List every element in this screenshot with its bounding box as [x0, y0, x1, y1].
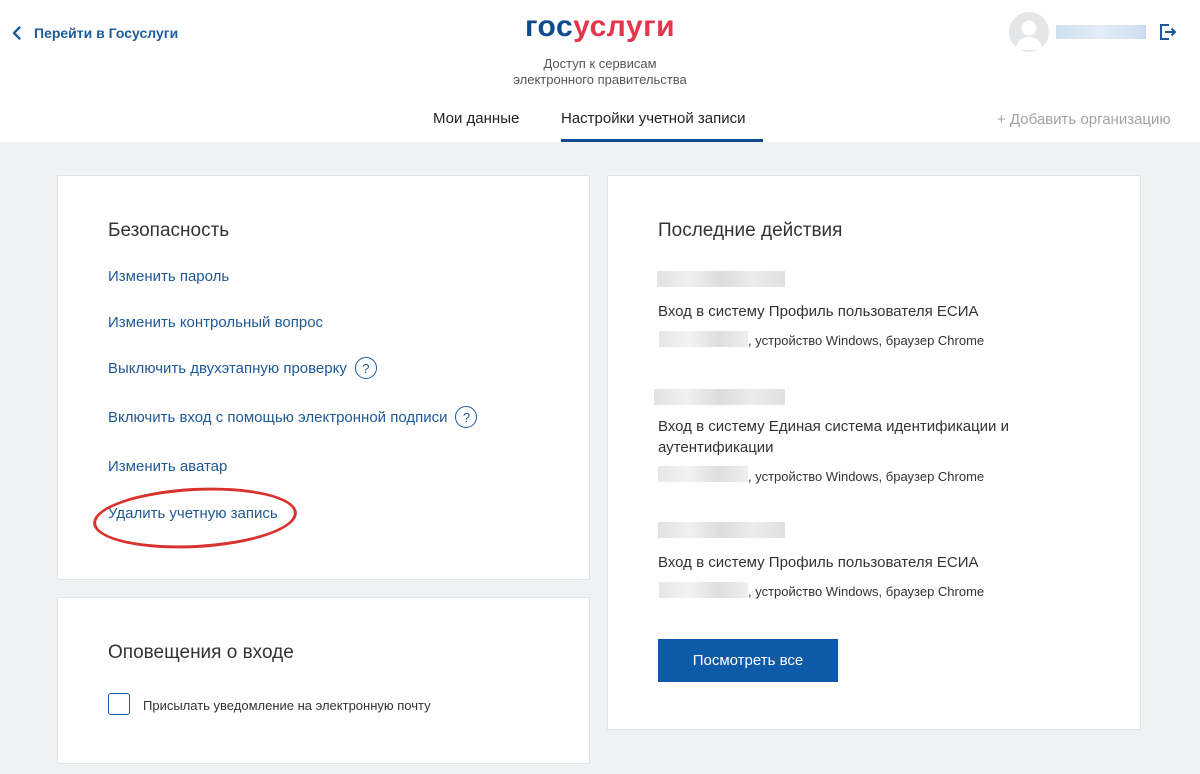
email-notification-checkbox[interactable] [108, 693, 130, 715]
activity-date-redacted [654, 389, 785, 405]
user-avatar[interactable] [1009, 12, 1049, 52]
change-password-link[interactable]: Изменить пароль [108, 268, 229, 285]
enable-e-signature-label: Включить вход с помощью электронной подп… [108, 408, 448, 426]
disable-two-step-link[interactable]: Выключить двухэтапную проверку ? [108, 357, 377, 379]
logo-part-gos: гос [524, 10, 574, 43]
delete-account-link[interactable]: Удалить учетную запись [108, 505, 278, 522]
active-tab-indicator [561, 139, 763, 142]
help-icon[interactable]: ? [455, 406, 478, 428]
logo-part-uslugi: услуги [573, 10, 676, 43]
view-all-button[interactable]: Посмотреть все [658, 639, 838, 682]
delete-account-label: Удалить учетную запись [108, 505, 278, 522]
activity-device: , устройство Windows, браузер Chrome [748, 333, 985, 348]
email-notification-label[interactable]: Присылать уведомление на электронную поч… [143, 698, 431, 713]
user-silhouette-icon [1015, 20, 1043, 50]
change-avatar-label: Изменить аватар [108, 458, 228, 475]
disable-two-step-label: Выключить двухэтапную проверку [108, 359, 347, 377]
activity-device: , устройство Windows, браузер Chrome [748, 469, 985, 484]
change-avatar-link[interactable]: Изменить аватар [108, 458, 227, 475]
tagline-line-1: Доступ к сервисам [543, 56, 657, 71]
tab-account-settings[interactable]: Настройки учетной записи [561, 110, 746, 127]
tagline-line-2: электронного правительства [513, 72, 687, 87]
activity-ip-redacted [659, 582, 748, 598]
recent-actions-title: Последние действия [658, 220, 843, 241]
logout-icon[interactable] [1158, 22, 1178, 42]
change-security-question-label: Изменить контрольный вопрос [108, 314, 324, 331]
activity-title: Вход в систему Профиль пользователя ЕСИА [658, 303, 979, 320]
add-organization-link[interactable]: + Добавить организацию [997, 111, 1171, 128]
logo-tagline: Доступ к сервисам электронного правитель… [0, 56, 1200, 88]
activity-ip-redacted [658, 466, 748, 482]
enable-e-signature-link[interactable]: Включить вход с помощью электронной подп… [108, 406, 478, 428]
activity-device: , устройство Windows, браузер Chrome [748, 584, 985, 599]
activity-title: Вход в систему Единая система идентифика… [658, 418, 1009, 456]
security-title: Безопасность [108, 220, 230, 241]
change-security-question-link[interactable]: Изменить контрольный вопрос [108, 314, 323, 331]
header: Перейти в Госуслуги госуслуги Доступ к с… [0, 0, 1200, 142]
tab-my-data[interactable]: Мои данные [433, 110, 519, 127]
activity-date-redacted [658, 522, 785, 538]
activity-date-redacted [657, 271, 785, 287]
login-alerts-card [57, 597, 590, 764]
login-alerts-title: Оповещения о входе [108, 642, 294, 663]
username-redacted[interactable] [1056, 25, 1146, 39]
activity-title: Вход в систему Профиль пользователя ЕСИА [658, 554, 979, 571]
change-password-label: Изменить пароль [108, 268, 230, 285]
help-icon[interactable]: ? [354, 357, 377, 379]
activity-ip-redacted [659, 331, 748, 347]
